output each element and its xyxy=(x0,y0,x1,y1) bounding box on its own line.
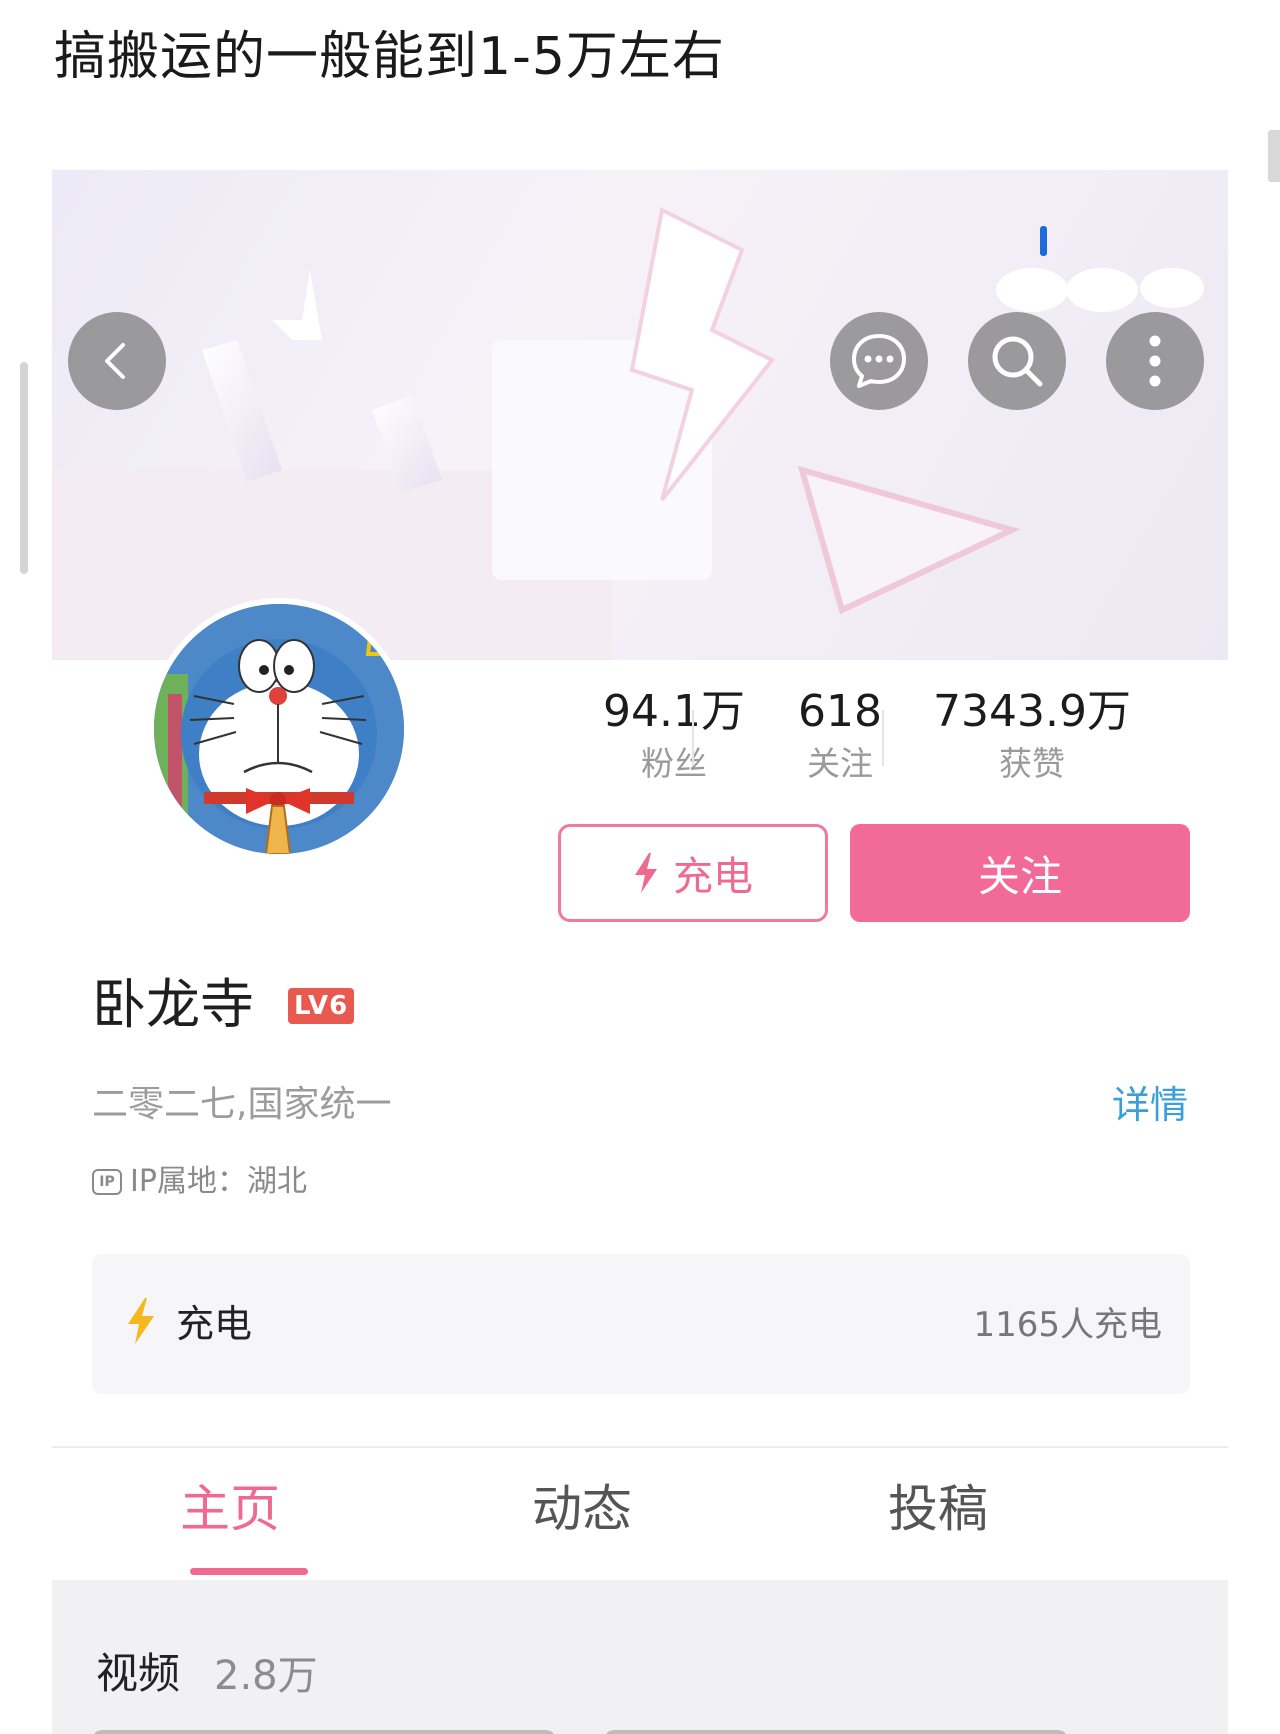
profile-stats: 94.1万 粉丝 618 关注 7343.9万 获赞 xyxy=(564,684,1214,784)
profile-banner xyxy=(52,170,1228,660)
level-badge: LV6 xyxy=(288,988,355,1024)
more-icon xyxy=(1149,335,1161,387)
ip-location: IP IP属地：湖北 xyxy=(92,1160,307,1204)
tab-submissions[interactable]: 投稿 xyxy=(888,1476,988,1542)
message-button[interactable] xyxy=(830,312,928,410)
active-tab-indicator xyxy=(190,1568,308,1575)
charge-panel[interactable]: 充电 1165人充电 xyxy=(92,1254,1190,1394)
banner-artwork xyxy=(52,207,1204,660)
ip-icon: IP xyxy=(92,1169,122,1195)
charge-button[interactable]: 充电 xyxy=(558,824,828,922)
scroll-indicator xyxy=(1268,130,1280,182)
details-link[interactable]: 详情 xyxy=(1112,1080,1188,1130)
charge-panel-label: 充电 xyxy=(176,1302,253,1346)
avatar[interactable] xyxy=(148,598,410,860)
follow-button[interactable]: 关注 xyxy=(850,824,1190,922)
profile-bio: 二零二七,国家统一 xyxy=(92,1084,392,1125)
divider xyxy=(52,1446,1228,1448)
video-card[interactable] xyxy=(604,1730,1068,1734)
search-button[interactable] xyxy=(968,312,1066,410)
search-icon xyxy=(992,336,1043,387)
more-button[interactable] xyxy=(1106,312,1204,410)
back-arrow-icon xyxy=(105,343,125,379)
message-icon xyxy=(852,334,906,388)
tab-dynamics[interactable]: 动态 xyxy=(532,1476,632,1542)
username: 卧龙寺 xyxy=(92,973,254,1036)
stat-label: 获赞 xyxy=(999,744,1065,783)
scroll-indicator xyxy=(20,362,28,574)
avatar-image xyxy=(154,604,404,854)
videos-section-title: 视频 xyxy=(96,1649,181,1698)
stat-following[interactable]: 618 关注 xyxy=(730,684,950,788)
video-card[interactable] xyxy=(92,1730,556,1734)
lightning-icon xyxy=(128,1298,154,1344)
ip-location-text: IP属地：湖北 xyxy=(130,1164,307,1199)
charge-count: 1165人充电 xyxy=(973,1305,1162,1345)
stat-value: 618 xyxy=(798,686,882,737)
tab-home[interactable]: 主页 xyxy=(180,1476,280,1542)
stat-likes[interactable]: 7343.9万 获赞 xyxy=(922,684,1142,788)
videos-section-count: 2.8万 xyxy=(214,1653,318,1699)
post-caption: 搞搬运的一般能到1-5万左右 xyxy=(54,27,725,87)
stat-label: 关注 xyxy=(807,744,873,783)
back-button[interactable] xyxy=(68,312,166,410)
stat-divider xyxy=(692,710,694,766)
stat-divider xyxy=(882,710,884,766)
stat-value: 7343.9万 xyxy=(933,686,1131,737)
profile-screenshot: 94.1万 粉丝 618 关注 7343.9万 获赞 充电 关注 卧龙寺 LV6… xyxy=(52,170,1228,1734)
charge-button-label: 充电 xyxy=(673,854,753,900)
lightning-icon xyxy=(635,853,657,893)
